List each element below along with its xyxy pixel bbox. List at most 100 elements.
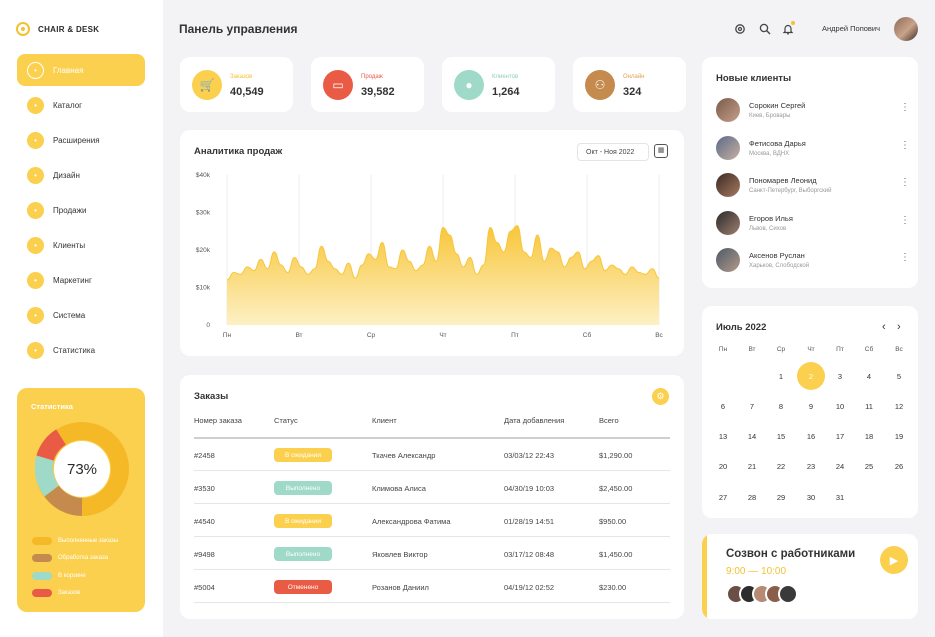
client-row[interactable]: Фетисова Дарья Москва, ВДНХ ⋮	[716, 134, 910, 162]
calendar-day[interactable]: 4	[855, 362, 883, 390]
calendar-day[interactable]: 17	[826, 423, 854, 451]
calendar-day[interactable]: 21	[738, 453, 766, 481]
sidebar-item-label: Дизайн	[53, 170, 80, 180]
order-id[interactable]: #4540	[194, 517, 215, 526]
search-icon[interactable]	[758, 22, 772, 36]
order-client[interactable]: Александрова Фатима	[372, 517, 451, 526]
calendar-day[interactable]: 26	[885, 453, 913, 481]
cart-icon: •	[27, 201, 44, 219]
calendar-day[interactable]: 30	[797, 483, 825, 511]
calendar-day[interactable]: 2	[797, 362, 825, 390]
calendar-day[interactable]: 28	[738, 483, 766, 511]
call-accent	[702, 534, 707, 619]
order-id[interactable]: #3530	[194, 484, 215, 493]
column-header[interactable]: Номер заказа	[194, 416, 242, 425]
status-badge: В ожидании	[274, 514, 332, 528]
user-name[interactable]: Андрей Попович	[822, 24, 880, 33]
chevron-right-icon[interactable]: ›	[897, 321, 901, 333]
settings-icon[interactable]	[733, 22, 747, 36]
wallet-icon: ▭	[323, 70, 353, 100]
weekday-label: Ср	[776, 346, 786, 353]
order-client[interactable]: Яковлев Виктор	[372, 550, 428, 559]
client-row[interactable]: Аксенов Руслан Харьков, Слободской ⋮	[716, 246, 910, 274]
weekday-label: Сб	[864, 346, 874, 353]
sidebar-item-label: Статистика	[53, 345, 96, 355]
client-avatar	[716, 248, 740, 272]
more-vertical-icon[interactable]: ⋮	[900, 215, 910, 226]
column-header[interactable]: Дата добавления	[504, 416, 564, 425]
order-client[interactable]: Розанов Даниил	[372, 583, 429, 592]
system-icon: •	[27, 306, 44, 324]
calendar-day[interactable]: 13	[709, 423, 737, 451]
sidebar-item-2[interactable]: • Каталог	[17, 89, 145, 121]
statistics-title: Статистика	[31, 402, 73, 411]
user-avatar[interactable]	[894, 17, 918, 41]
sidebar-item-3[interactable]: • Расширения	[17, 124, 145, 156]
calendar-day[interactable]: 12	[885, 392, 913, 420]
more-vertical-icon[interactable]: ⋮	[900, 140, 910, 151]
participant-avatar[interactable]	[778, 584, 798, 604]
x-tick-label: Ср	[367, 332, 376, 339]
order-client[interactable]: Климова Алиса	[372, 484, 426, 493]
calendar-day[interactable]: 31	[826, 483, 854, 511]
column-header[interactable]: Всего	[599, 416, 619, 425]
design-icon: •	[27, 166, 44, 184]
client-row[interactable]: Егоров Илья Львов, Сихов ⋮	[716, 209, 910, 237]
video-camera-icon[interactable]: ▶	[880, 546, 908, 574]
calendar-day[interactable]: 27	[709, 483, 737, 511]
legend-label: Заказов	[58, 590, 81, 597]
chevron-left-icon[interactable]: ‹	[882, 321, 886, 333]
calendar-day[interactable]: 19	[885, 423, 913, 451]
sales-chart: Пн Вт Ср Чт Пт Сб Вс $40k $30k $20k $10k 0	[196, 172, 664, 339]
order-id[interactable]: #9498	[194, 550, 215, 559]
calendar-day[interactable]: 29	[767, 483, 795, 511]
sidebar-item-7[interactable]: • Маркетинг	[17, 264, 145, 296]
calendar-day[interactable]: 3	[826, 362, 854, 390]
sidebar-item-6[interactable]: • Клиенты	[17, 229, 145, 261]
calendar-day[interactable]: 24	[826, 453, 854, 481]
cart-icon: 🛒	[192, 70, 222, 100]
more-vertical-icon[interactable]: ⋮	[900, 252, 910, 263]
sidebar-item-label: Маркетинг	[53, 275, 92, 285]
calendar-day[interactable]: 20	[709, 453, 737, 481]
calendar-day[interactable]: 11	[855, 392, 883, 420]
calendar-day[interactable]: 22	[767, 453, 795, 481]
notification-dot	[791, 21, 795, 25]
calendar-day[interactable]: 16	[797, 423, 825, 451]
sidebar: CHAIR & DESK • Главная • Каталог • Расширения…	[0, 0, 163, 637]
calendar-day[interactable]: 8	[767, 392, 795, 420]
calendar-day[interactable]: 7	[738, 392, 766, 420]
calendar-day[interactable]: 14	[738, 423, 766, 451]
calendar-day[interactable]: 9	[797, 392, 825, 420]
calendar-day[interactable]: 6	[709, 392, 737, 420]
sidebar-item-8[interactable]: • Система	[17, 299, 145, 331]
order-date: 03/17/12 08:48	[504, 550, 555, 559]
calendar-day[interactable]: 25	[855, 453, 883, 481]
more-vertical-icon[interactable]: ⋮	[900, 177, 910, 188]
user-icon: ●	[454, 70, 484, 100]
sidebar-item-9[interactable]: • Статистика	[17, 334, 145, 366]
column-header[interactable]: Статус	[274, 416, 298, 425]
sidebar-item-4[interactable]: • Дизайн	[17, 159, 145, 191]
order-id[interactable]: #2458	[194, 451, 215, 460]
calendar-day[interactable]: 15	[767, 423, 795, 451]
sidebar-item-1[interactable]: • Главная	[17, 54, 145, 86]
order-client[interactable]: Ткачев Александр	[372, 451, 435, 460]
client-row[interactable]: Пономарев Леонид Санкт-Петербург, Выборгс…	[716, 171, 910, 199]
bell-icon[interactable]	[781, 21, 795, 36]
client-row[interactable]: Сорокин Сергей Киев, Бровары ⋮	[716, 96, 910, 124]
more-vertical-icon[interactable]: ⋮	[900, 102, 910, 113]
sidebar-item-5[interactable]: • Продажи	[17, 194, 145, 226]
calendar-day[interactable]: 10	[826, 392, 854, 420]
client-name: Фетисова Дарья	[749, 138, 806, 148]
calendar-day[interactable]: 5	[885, 362, 913, 390]
column-header[interactable]: Клиент	[372, 416, 397, 425]
calendar-day[interactable]: 23	[797, 453, 825, 481]
calendar-day[interactable]: 1	[767, 362, 795, 390]
legend-label: Выполненные заказы	[58, 537, 119, 544]
call-card: Созвон с работниками 9:00 — 10:00 ▶	[702, 534, 918, 619]
brand[interactable]: CHAIR & DESK	[16, 22, 99, 36]
order-id[interactable]: #5004	[194, 583, 215, 592]
orders-settings-icon[interactable]: ⚙	[652, 388, 669, 405]
calendar-day[interactable]: 18	[855, 423, 883, 451]
